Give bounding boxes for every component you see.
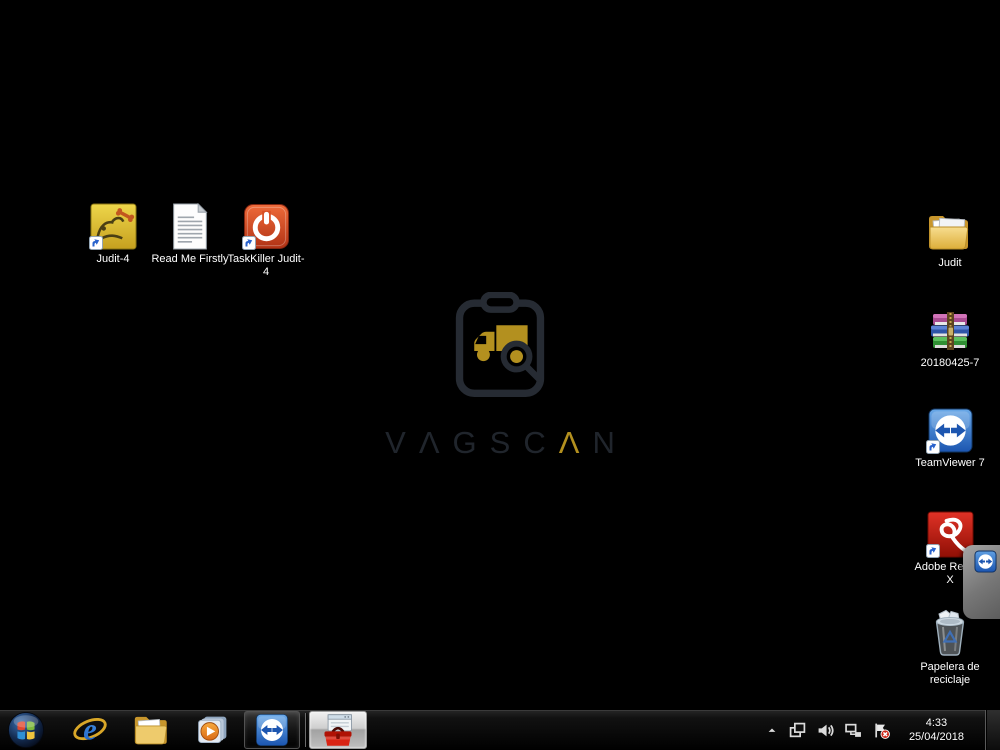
svg-text:e: e bbox=[83, 713, 97, 747]
folder-icon bbox=[929, 216, 969, 250]
clipboard-truck-magnifier-icon bbox=[455, 292, 545, 398]
desktop-icon-label: Judit bbox=[938, 257, 962, 269]
app-window-icon bbox=[789, 722, 806, 737]
teamviewer-side-panel-tab[interactable] bbox=[963, 545, 1000, 619]
show-hidden-icons-button[interactable] bbox=[766, 724, 778, 736]
teamviewer-icon bbox=[256, 714, 288, 746]
clock-time: 4:33 bbox=[925, 717, 948, 729]
speaker-icon bbox=[818, 724, 834, 736]
desktop-icon-label: Papelera de reciclaje bbox=[920, 661, 980, 686]
logo-letter: S bbox=[489, 425, 524, 460]
logo-letter: V bbox=[385, 425, 419, 460]
logo-letter: N bbox=[592, 425, 628, 460]
logo-letter-gold: Λ bbox=[558, 425, 593, 460]
network-button[interactable] bbox=[845, 722, 862, 739]
teamviewer-icon bbox=[974, 550, 997, 573]
show-desktop-button[interactable] bbox=[985, 710, 1000, 750]
shortcut-arrow-icon bbox=[926, 544, 940, 558]
desktop-icon-label: Judit-4 bbox=[96, 253, 130, 265]
notification-flag-button[interactable] bbox=[873, 722, 890, 739]
desktop-icon-readme[interactable]: Read Me Firstly bbox=[150, 202, 230, 266]
network-icon bbox=[845, 723, 861, 737]
taskbar: e 4:33 25/04/2018 bbox=[0, 710, 1000, 750]
winrar-archive-icon bbox=[931, 312, 969, 350]
logo-letter: Λ bbox=[418, 425, 453, 460]
taskbar-button-media-player[interactable] bbox=[186, 710, 238, 750]
desktop-icon-label: 20180425-7 bbox=[920, 357, 980, 369]
vagscan-logo: VΛGSCΛN bbox=[360, 292, 640, 461]
desktop-icon-label: Read Me Firstly bbox=[151, 253, 229, 265]
taskbar-button-diagnostic-toolbox[interactable] bbox=[309, 711, 367, 749]
taskbar-button-windows-explorer[interactable] bbox=[126, 710, 178, 750]
desktop-icon-judit-folder[interactable]: Judit bbox=[910, 206, 990, 270]
logo-letter: C bbox=[523, 425, 559, 460]
clock-date: 25/04/2018 bbox=[908, 731, 964, 743]
ie-icon: e bbox=[73, 713, 107, 747]
desktop-icon-label: TeamViewer 7 bbox=[915, 457, 985, 469]
desktop-icon-judit-4[interactable]: Judit-4 bbox=[73, 202, 153, 266]
desktop-icon-teamviewer[interactable]: TeamViewer 7 bbox=[910, 406, 990, 470]
logo-letter: G bbox=[452, 425, 490, 460]
shortcut-arrow-icon bbox=[242, 236, 256, 250]
text-file-icon bbox=[173, 203, 208, 250]
shortcut-arrow-icon bbox=[926, 440, 940, 454]
desktop-icon-recycle-bin[interactable]: Papelera de reciclaje bbox=[910, 609, 990, 687]
media-player-icon bbox=[197, 716, 226, 743]
desktop-icon-taskkiller[interactable]: TaskKiller Judit-4 bbox=[226, 202, 306, 279]
tray-app-window-icon-button[interactable] bbox=[789, 722, 806, 739]
start-button[interactable] bbox=[0, 710, 52, 750]
red-toolbox-icon bbox=[324, 714, 352, 746]
taskbar-button-internet-explorer[interactable]: e bbox=[64, 710, 116, 750]
volume-button[interactable] bbox=[817, 722, 834, 739]
taskbar-clock[interactable]: 4:33 25/04/2018 bbox=[909, 716, 964, 744]
taskbar-button-teamviewer[interactable] bbox=[244, 711, 300, 749]
folder-icon bbox=[134, 716, 167, 745]
flag-error-icon bbox=[875, 723, 890, 739]
chevron-up-icon bbox=[768, 728, 776, 732]
desktop: VΛGSCΛN Judit-4 Read Me Firstly TaskKill… bbox=[0, 0, 1000, 750]
system-tray: 4:33 25/04/2018 bbox=[766, 710, 1000, 750]
taskbar-divider bbox=[305, 713, 306, 747]
shortcut-arrow-icon bbox=[89, 236, 103, 250]
desktop-icon-winrar-archive[interactable]: 20180425-7 bbox=[910, 306, 990, 370]
vagscan-wordmark: VΛGSCΛN bbox=[372, 425, 628, 461]
desktop-icon-label: TaskKiller Judit-4 bbox=[227, 253, 305, 278]
windows-orb-icon bbox=[7, 711, 45, 749]
